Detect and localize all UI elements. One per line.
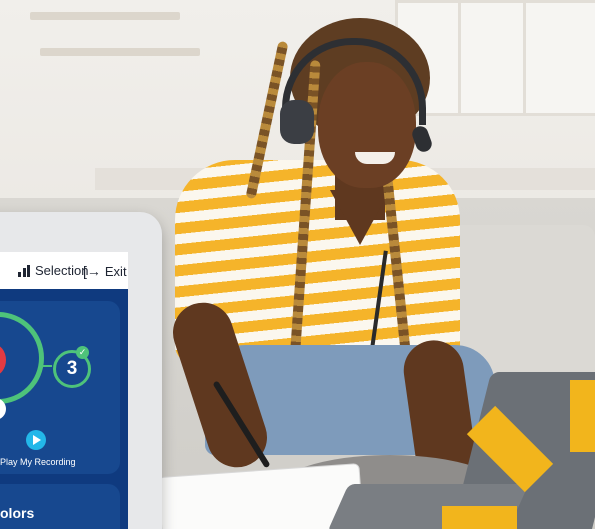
exit-label: Exit xyxy=(104,263,127,279)
selection-button[interactable]: Selection xyxy=(18,263,88,278)
exit-arrow-icon: [→ xyxy=(83,263,101,279)
colors-card-title: olors xyxy=(0,505,35,521)
bar-chart-icon xyxy=(18,264,30,277)
headphone-earcup xyxy=(280,100,314,144)
play-icon[interactable] xyxy=(26,430,46,450)
photo-scene: Selection [→ Exit 3 ✓ Play My Recording … xyxy=(0,0,595,529)
exit-button[interactable]: [→ Exit xyxy=(83,263,127,279)
progress-connector xyxy=(40,365,52,367)
play-recording-label[interactable]: Play My Recording xyxy=(0,457,76,467)
brand-shape xyxy=(570,380,595,452)
wall-shelf xyxy=(30,12,180,20)
wall-shelf xyxy=(40,48,200,56)
app-header: Selection [→ Exit xyxy=(0,252,128,289)
tablet-screen: Selection [→ Exit 3 ✓ Play My Recording … xyxy=(0,252,128,529)
brand-shape xyxy=(442,506,517,529)
checkmark-icon: ✓ xyxy=(76,346,89,359)
smile xyxy=(355,152,395,164)
selection-label: Selection xyxy=(35,263,89,278)
shirt-neckline xyxy=(330,190,390,245)
